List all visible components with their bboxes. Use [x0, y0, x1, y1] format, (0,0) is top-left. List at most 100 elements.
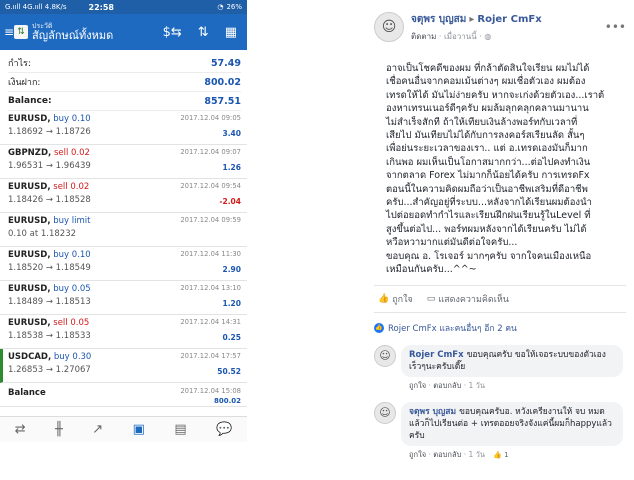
balance-entry[interactable]: Balance 2017.12.04 15:08 800.02: [0, 383, 247, 407]
trade-side: sell 0.05: [53, 318, 90, 328]
status-time: 22:58: [88, 2, 114, 12]
comment-meta: ถูกใจ · ตอบกลับ · 1 วัน 👍 1: [409, 449, 509, 459]
wifi-icon: ◔: [217, 3, 224, 11]
trade-date: 2017.12.04 09:07: [180, 148, 241, 156]
history-icon[interactable]: ▣: [133, 422, 145, 437]
globe-icon: ◍: [484, 31, 492, 41]
trade-profit: 2.90: [222, 265, 241, 274]
trade-row[interactable]: EURUSD, buy limit 0.10 at 1.18232 2017.1…: [0, 213, 247, 247]
comment-reactions[interactable]: 👍 1: [493, 451, 508, 459]
trade-profit: 1.26: [222, 163, 241, 172]
likes-summary[interactable]: 👍 Rojer CmFx และคนอื่นๆ อีก 2 คน: [374, 321, 626, 335]
app-bar: ≡ ⇅ ประวัติ สัญลักษณ์ทั้งหมด $⇆ ⇅ ▦: [0, 14, 247, 50]
post-target[interactable]: Rojer CmFx: [477, 14, 541, 25]
like-badge-icon: 👍: [374, 322, 384, 333]
calendar-icon[interactable]: ▦: [225, 25, 237, 40]
trade-row[interactable]: USDCAD, buy 0.30 1.26853 → 1.27067 2017.…: [0, 349, 247, 383]
status-bar: G.ııll 4G.ııll 4.8K/s 22:58 ◔ 26%: [0, 0, 247, 14]
trade-symbol: EURUSD,: [8, 250, 51, 260]
comment-button[interactable]: ▭ แสดงความคิดเห็น: [427, 292, 509, 306]
trade-date: 2017.12.04 09:05: [180, 114, 241, 122]
follow-link[interactable]: ติดตาม: [411, 32, 436, 41]
sort-icon[interactable]: ⇅: [198, 25, 209, 40]
thumbs-up-icon: 👍: [378, 293, 390, 304]
battery-indicator: ◔ 26%: [217, 3, 242, 11]
trade-date: 2017.12.04 13:10: [180, 284, 241, 292]
like-button[interactable]: 👍 ถูกใจ: [378, 292, 413, 306]
trade-side: buy 0.10: [53, 250, 91, 260]
trade-side: buy 0.05: [53, 284, 91, 294]
comments-list: ☺ Rojer CmFx ขอบคุณครับ ขอให้เจอระบบของตั…: [374, 344, 626, 461]
trade-date: 2017.12.04 09:54: [180, 182, 241, 190]
trade-row[interactable]: EURUSD, sell 0.05 1.18538 → 1.18533 2017…: [0, 315, 247, 349]
trade-icon[interactable]: ↗: [92, 422, 103, 437]
trade-symbol: EURUSD,: [8, 318, 51, 328]
trade-side: buy 0.30: [53, 352, 92, 362]
trade-profit: 3.40: [222, 129, 241, 138]
trade-date: 2017.12.04 17:57: [180, 352, 241, 360]
trade-row[interactable]: EURUSD, sell 0.02 1.18426 → 1.18528 2017…: [0, 179, 247, 213]
chart-icon[interactable]: ╫: [55, 422, 63, 437]
commenter-avatar[interactable]: ☺: [374, 401, 396, 424]
menu-icon[interactable]: ≡: [4, 25, 14, 39]
trade-symbol: GBPNZD,: [8, 148, 52, 158]
post-time[interactable]: เมื่อวานนี้: [444, 32, 477, 41]
trade-side: sell 0.02: [53, 182, 90, 192]
comment-time: 1 วัน: [468, 449, 486, 459]
trade-side: sell 0.02: [53, 148, 90, 158]
signal-text: G.ııll 4G.ııll 4.8K/s: [5, 3, 67, 11]
trade-date: 2017.12.04 09:59: [180, 216, 241, 224]
trade-date: 2017.12.04 14:31: [180, 318, 241, 326]
post-text: อาจเป็นโชคดีของผม ที่กล้าตัดสินใจเรียน ผ…: [386, 63, 605, 276]
comment-reply-link[interactable]: ตอบกลับ: [433, 381, 461, 390]
trade-row[interactable]: EURUSD, buy 0.10 1.18520 → 1.18549 2017.…: [0, 247, 247, 281]
mt4-phone-screen: G.ııll 4G.ııll 4.8K/s 22:58 ◔ 26% ≡ ⇅ ปร…: [0, 0, 247, 442]
comment-time: 1 วัน: [468, 380, 486, 390]
chat-icon[interactable]: 💬: [216, 422, 232, 437]
trade-prices: 1.18692 → 1.18726: [8, 127, 91, 137]
post-actions: 👍 ถูกใจ ▭ แสดงความคิดเห็น: [374, 284, 626, 313]
comment-bubble: Rojer CmFx ขอบคุณครับ ขอให้เจอระบบของตัวเ…: [401, 344, 623, 377]
commenter-avatar[interactable]: ☺: [374, 344, 396, 367]
author-avatar[interactable]: ☺: [374, 12, 404, 42]
commenter-name[interactable]: Rojer CmFx: [409, 350, 464, 360]
trade-profit: 50.52: [217, 367, 241, 376]
post-author-line: จตุพร บุญสม ▸ Rojer CmFx: [411, 12, 542, 27]
trade-side: buy limit: [53, 216, 91, 226]
summary-profit: กำไร: 57.49: [8, 54, 241, 73]
trade-symbol: USDCAD,: [8, 352, 52, 362]
more-options-icon[interactable]: •••: [605, 20, 626, 34]
post-header: ☺ จตุพร บุญสม ▸ Rojer CmFx ติดตาม · เมื่อว…: [374, 8, 626, 46]
summary-deposit: เงินฝาก: 800.02: [8, 73, 241, 92]
trade-symbol: EURUSD,: [8, 284, 51, 294]
commenter-name[interactable]: จตุพร บุญสม: [409, 407, 456, 417]
comment-item: ☺ จตุพร บุญสม ขอบคุณครับอ. หวังเครียงานให…: [374, 401, 626, 461]
quotes-icon[interactable]: ⇄: [15, 422, 26, 437]
trade-prices: 1.18538 → 1.18533: [8, 331, 91, 341]
app-title[interactable]: สัญลักษณ์ทั้งหมด: [32, 29, 113, 43]
trade-date: 2017.12.04 11:30: [180, 250, 241, 258]
comment-like-link[interactable]: ถูกใจ: [409, 450, 426, 459]
comment-like-link[interactable]: ถูกใจ: [409, 381, 426, 390]
arrow-icon: ▸: [469, 13, 475, 25]
trade-prices: 1.18520 → 1.18549: [8, 263, 91, 273]
trade-profit: -2.04: [219, 197, 241, 206]
trade-row[interactable]: GBPNZD, sell 0.02 1.96531 → 1.96439 2017…: [0, 145, 247, 179]
facebook-post: ☺ จตุพร บุญสม ▸ Rojer CmFx ติดตาม · เมื่อว…: [366, 0, 634, 480]
trade-prices: 1.96531 → 1.96439: [8, 161, 91, 171]
trade-row[interactable]: EURUSD, buy 0.10 1.18692 → 1.18726 2017.…: [0, 111, 247, 145]
trade-prices: 1.26853 → 1.27067: [8, 365, 91, 375]
news-icon[interactable]: ▤: [174, 422, 186, 437]
screenshot-canvas: G.ııll 4G.ııll 4.8K/s 22:58 ◔ 26% ≡ ⇅ ปร…: [0, 0, 634, 480]
trade-symbol: EURUSD,: [8, 216, 51, 226]
filter-icon[interactable]: $⇆: [163, 25, 182, 40]
trade-symbol: EURUSD,: [8, 182, 51, 192]
comment-reply-link[interactable]: ตอบกลับ: [433, 450, 461, 459]
post-author[interactable]: จตุพร บุญสม: [411, 14, 466, 25]
trade-prices: 1.18426 → 1.18528: [8, 195, 91, 205]
app-logo: ⇅: [14, 25, 28, 39]
trade-row[interactable]: EURUSD, buy 0.05 1.18489 → 1.18513 2017.…: [0, 281, 247, 315]
trade-side: buy 0.10: [53, 114, 91, 124]
trade-prices: 0.10 at 1.18232: [8, 229, 77, 239]
trade-prices: 1.18489 → 1.18513: [8, 297, 91, 307]
